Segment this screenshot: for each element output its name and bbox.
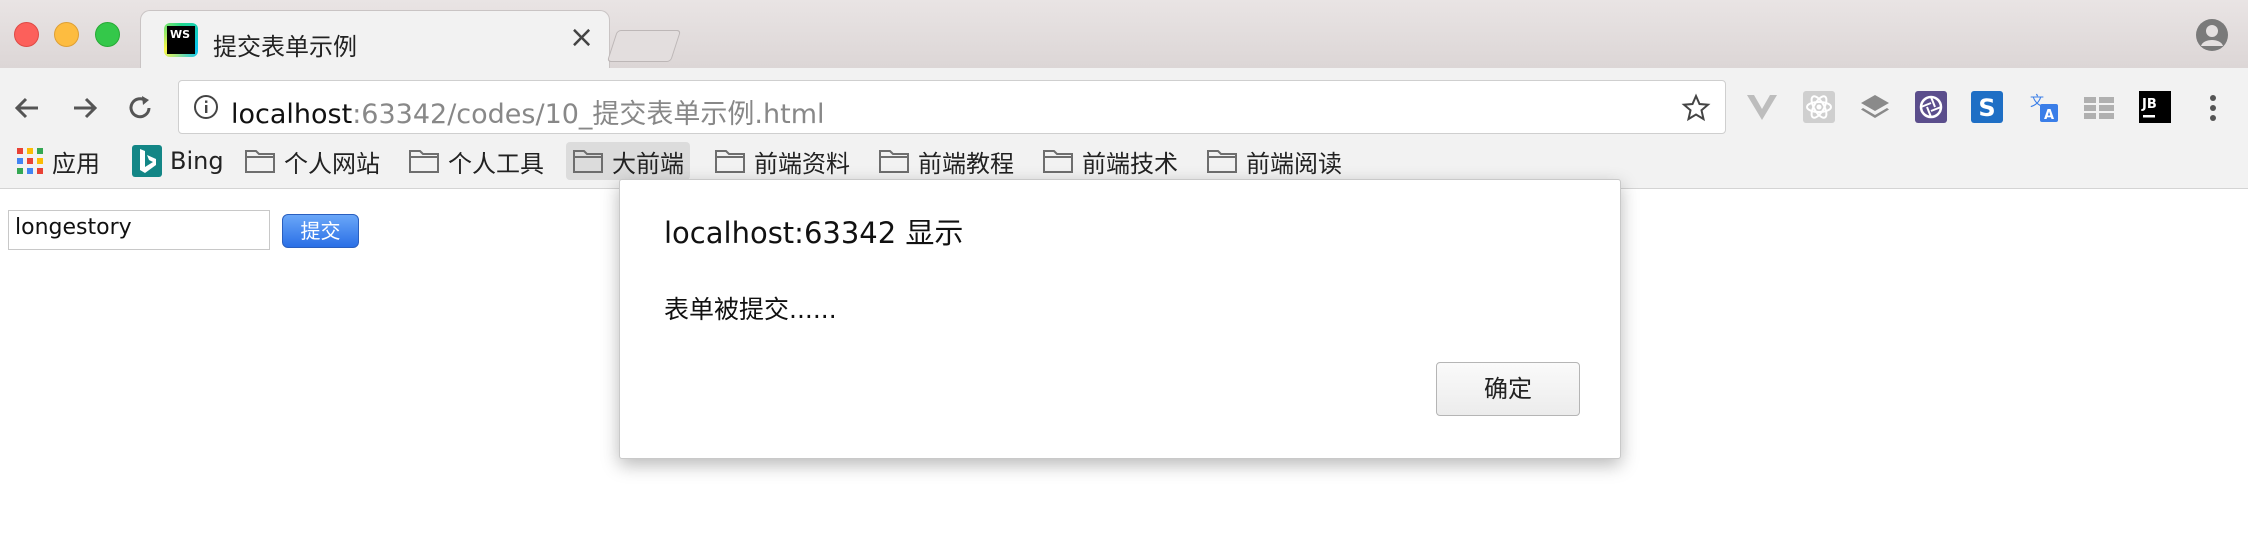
bookmark-folder[interactable]: 大前端: [566, 142, 690, 180]
folder-icon: [715, 150, 745, 173]
aperture-icon[interactable]: [1914, 90, 1948, 124]
folder-icon: [245, 150, 275, 173]
bookmark-bing[interactable]: Bing: [126, 142, 230, 180]
vue-devtools-icon[interactable]: [1745, 90, 1779, 124]
back-arrow-icon[interactable]: [10, 90, 46, 126]
submit-button[interactable]: 提交: [282, 214, 359, 248]
svg-text:JB: JB: [2141, 97, 2157, 112]
bing-icon: [132, 145, 162, 177]
bookmark-folder[interactable]: 前端技术: [1036, 142, 1184, 180]
new-tab-button[interactable]: [606, 30, 682, 62]
window-minimize-button[interactable]: [54, 22, 79, 47]
forward-arrow-icon[interactable]: [66, 90, 102, 126]
folder-icon: [1043, 150, 1073, 173]
ok-button[interactable]: 确定: [1436, 362, 1580, 416]
browser-tab[interactable]: WS 提交表单示例 ×: [140, 10, 610, 68]
tab-close-icon[interactable]: ×: [569, 20, 594, 55]
react-devtools-icon[interactable]: [1802, 90, 1836, 124]
url-text[interactable]: localhost:63342/codes/10_提交表单示例.html: [231, 92, 825, 131]
info-icon[interactable]: [193, 94, 219, 120]
profile-icon[interactable]: [2195, 18, 2229, 52]
folder-icon: [1207, 150, 1237, 173]
bookmark-label: 个人工具: [448, 149, 544, 178]
reload-icon[interactable]: [122, 90, 158, 126]
layers-icon[interactable]: [1858, 90, 1892, 124]
bookmark-label: 前端教程: [918, 149, 1014, 178]
tab-strip: WS 提交表单示例 ×: [0, 0, 2248, 68]
text-input[interactable]: longestory: [8, 210, 270, 250]
more-menu-icon[interactable]: [2198, 90, 2228, 126]
s-extension-icon[interactable]: S: [1970, 90, 2004, 124]
translate-icon[interactable]: 文 A: [2026, 90, 2060, 124]
bookmark-folder[interactable]: 前端教程: [872, 142, 1020, 180]
dialog-title: localhost:63342 显示: [664, 216, 964, 250]
jetbrains-icon[interactable]: JB: [2138, 90, 2172, 124]
dialog-message: 表单被提交......: [664, 295, 837, 324]
svg-text:S: S: [1978, 94, 1995, 122]
url-host: localhost: [231, 99, 353, 130]
tab-title: 提交表单示例: [213, 33, 357, 61]
window-maximize-button[interactable]: [95, 22, 120, 47]
bookmark-label: 个人网站: [284, 149, 380, 178]
bookmark-apps[interactable]: 应用: [10, 142, 106, 180]
apps-grid-icon: [17, 148, 43, 174]
alert-dialog: localhost:63342 显示 表单被提交...... 确定: [619, 179, 1621, 459]
bookmark-folder[interactable]: 个人工具: [402, 142, 550, 180]
bookmark-folder[interactable]: 个人网站: [238, 142, 386, 180]
window-close-button[interactable]: [14, 22, 39, 47]
address-bar[interactable]: localhost:63342/codes/10_提交表单示例.html: [178, 80, 1726, 134]
bookmark-label: 应用: [52, 149, 100, 178]
bookmark-folder[interactable]: 前端资料: [708, 142, 856, 180]
folder-icon: [409, 150, 439, 173]
bookmark-label: 前端资料: [754, 149, 850, 178]
url-path: :63342/codes/10_提交表单示例.html: [352, 99, 825, 130]
folder-icon: [879, 150, 909, 173]
bookmark-label: 大前端: [612, 149, 684, 178]
grid-icon[interactable]: [2082, 90, 2116, 124]
bookmark-label: Bing: [170, 147, 224, 175]
bookmark-label: 前端阅读: [1246, 149, 1342, 178]
folder-icon: [573, 150, 603, 173]
bookmark-label: 前端技术: [1082, 149, 1178, 178]
webstorm-icon: WS: [167, 26, 195, 54]
bookmark-folder[interactable]: 前端阅读: [1200, 142, 1348, 180]
bookmark-star-icon[interactable]: [1681, 93, 1711, 123]
svg-text:A: A: [2044, 108, 2054, 123]
